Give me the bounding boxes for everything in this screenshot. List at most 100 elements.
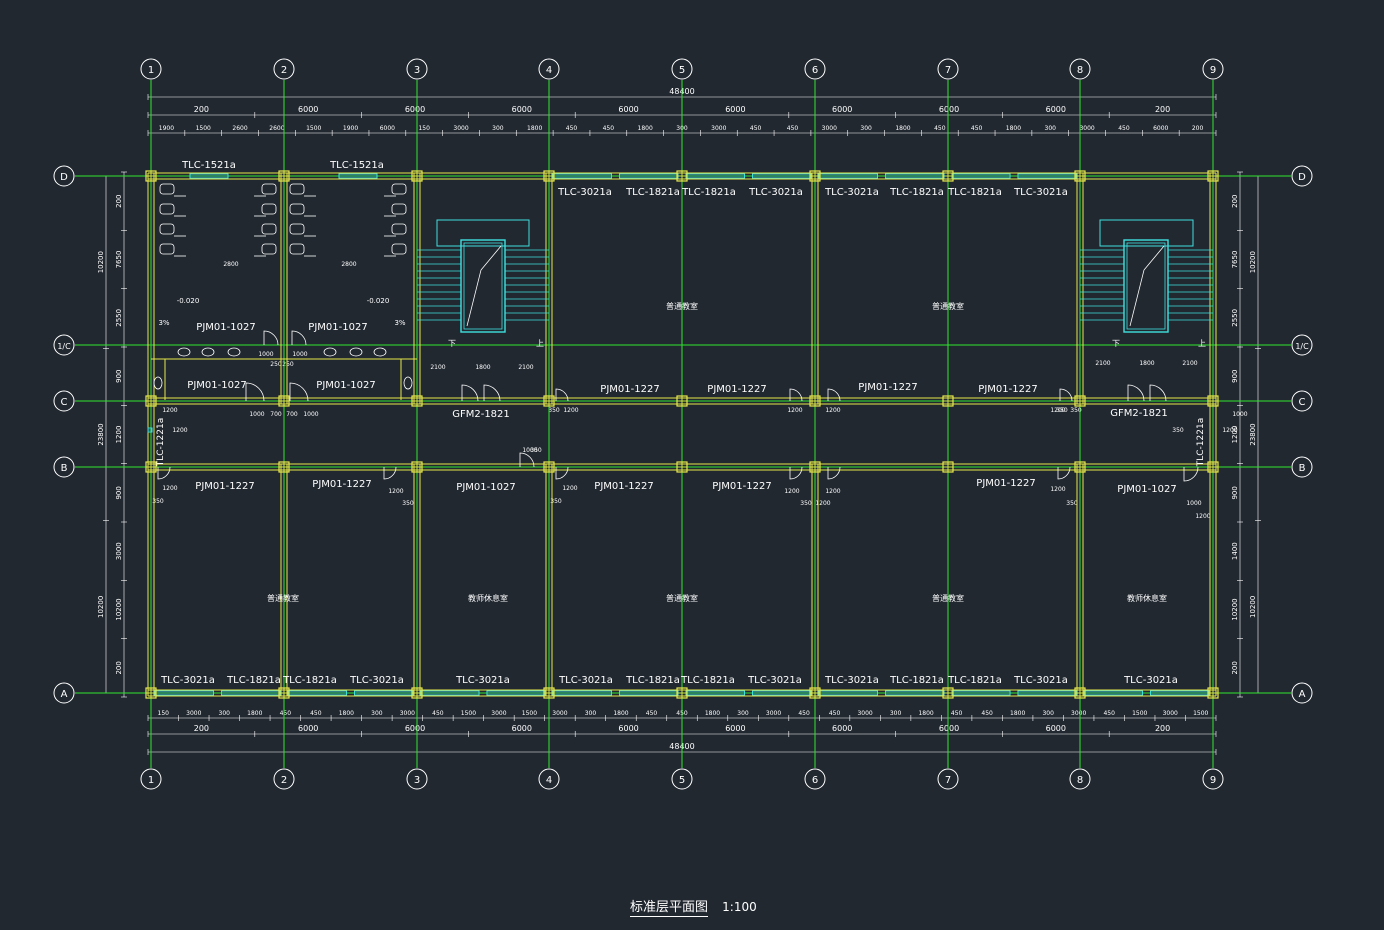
dim-bottom-row1-label: 6000 <box>618 724 638 733</box>
dim-left-inner-label: 900 <box>115 369 123 382</box>
room-label: 普通教室 <box>267 593 299 603</box>
dim-top-row2-label: 1500 <box>306 125 321 132</box>
door-swing <box>1059 388 1073 402</box>
dim-bottom-row2-label: 1500 <box>1193 710 1208 717</box>
drawing-scale: 1:100 <box>722 900 757 914</box>
dim-top-row1-label: 6000 <box>1046 105 1066 114</box>
window-label: TLC-1821a <box>889 187 944 198</box>
dim-bottom-row2-label: 450 <box>798 710 810 717</box>
dim-misc-label: 1000 <box>303 411 318 418</box>
dim-misc-label: 2100 <box>518 364 533 371</box>
dim-bottom-row1-label: 6000 <box>725 724 745 733</box>
axis-bubble-label-6: 6 <box>812 775 818 786</box>
axis-bubble-label-D: D <box>1298 172 1306 183</box>
window-label: TLC-1821a <box>625 187 680 198</box>
room-label: 普通教室 <box>932 301 964 311</box>
door-label: PJM01-1227 <box>707 384 766 395</box>
axis-bubble-label-9: 9 <box>1210 775 1216 786</box>
door-label: PJM01-1227 <box>712 481 771 492</box>
stair-arrow <box>466 269 482 327</box>
axis-bubble-label-4: 4 <box>546 775 552 786</box>
window-label: TLC-3021a <box>1013 187 1068 198</box>
dim-top-row2-label: 1900 <box>343 125 358 132</box>
dim-top-row1-label: 6000 <box>725 105 745 114</box>
axis-bubble-label-4: 4 <box>546 65 552 76</box>
dim-misc-label: 1200 <box>562 485 577 492</box>
door-label: PJM01-1227 <box>600 384 659 395</box>
axis-grid <box>75 80 1291 768</box>
dim-misc-label: 1800 <box>475 364 490 371</box>
toilet-icon <box>261 243 277 255</box>
dim-top-row2-label: 300 <box>492 125 504 132</box>
dim-right-inner-label: 900 <box>1231 369 1239 382</box>
dim-right-inner-label: 7650 <box>1231 251 1239 269</box>
dim-misc-label: 1200 <box>1222 427 1237 434</box>
dim-misc-label: 2800 <box>341 261 356 268</box>
door-swing <box>461 384 479 402</box>
dim-top-row1-label: 6000 <box>939 105 959 114</box>
dim-top-row2-label: 450 <box>566 125 578 132</box>
dim-left-inner-label: 900 <box>115 486 123 499</box>
dim-top-row2-label: 450 <box>603 125 615 132</box>
window-label: TLC-3021a <box>747 675 802 686</box>
axis-bubble-label-D: D <box>60 172 68 183</box>
dim-bottom-row1-label: 6000 <box>1046 724 1066 733</box>
dim-bottom-row2-label: 450 <box>829 710 841 717</box>
dim-bottom-row2-label: 450 <box>280 710 292 717</box>
axis-bubble-label-C: C <box>61 397 68 408</box>
dim-top-row1-label: 6000 <box>618 105 638 114</box>
door-label: PJM01-1227 <box>858 382 917 393</box>
door-swing <box>383 466 397 480</box>
dim-top-row1-label: 6000 <box>512 105 532 114</box>
toilet-icon <box>289 203 305 215</box>
door-label: PJM01-1227 <box>312 479 371 490</box>
dim-misc-label: 1000 <box>258 351 273 358</box>
dim-top-row2-label: 300 <box>1045 125 1057 132</box>
dim-misc-label: 350 <box>402 500 414 507</box>
dim-right-inner-label: 900 <box>1231 486 1239 499</box>
toilet-icon <box>289 183 305 195</box>
toilet-icon <box>391 223 407 235</box>
dim-misc-label: 350 <box>800 500 812 507</box>
axis-bubble-label-C: C <box>1299 397 1306 408</box>
dim-bottom-row1-label: 6000 <box>298 724 318 733</box>
dim-left-outer-label: 23800 <box>97 423 105 445</box>
door-swing <box>1057 466 1071 480</box>
level-label: 3% <box>394 319 405 327</box>
dim-misc-label: 1200 <box>1050 486 1065 493</box>
dim-misc-label: 700 <box>286 411 298 418</box>
dim-top-row2-label: 450 <box>750 125 762 132</box>
door-swing <box>1149 384 1167 402</box>
drawing-title: 标准层平面图 <box>630 900 709 917</box>
dim-top-row2-label: 1800 <box>638 125 653 132</box>
dim-misc-label: 1200 <box>162 485 177 492</box>
axis-bubble-label-8: 8 <box>1077 65 1083 76</box>
dim-misc-label: 1200 <box>825 407 840 414</box>
window-label: TLC-1821a <box>947 187 1002 198</box>
door-swing <box>555 388 569 402</box>
axis-bubble-label-1: 1 <box>148 775 154 786</box>
axis-bubble-label-7: 7 <box>945 65 951 76</box>
dim-misc-label: 1200 <box>388 488 403 495</box>
dim-bottom-row2-label: 1500 <box>461 710 476 717</box>
dim-misc-label: 1000 <box>1232 411 1247 418</box>
dim-misc-label: 700 <box>270 411 282 418</box>
dim-top-row2-label: 3000 <box>1079 125 1094 132</box>
room-label: 普通教室 <box>666 301 698 311</box>
axis-bubble-label-3: 3 <box>414 65 420 76</box>
dim-top-row2-label: 200 <box>1192 125 1204 132</box>
dim-top-row2-label: 1800 <box>1006 125 1021 132</box>
window-label: TLC-1821a <box>681 187 736 198</box>
dim-top-row2-label: 1500 <box>196 125 211 132</box>
window-label: TLC-1521a <box>329 160 384 171</box>
dim-top-row1-label: 200 <box>194 105 209 114</box>
dim-right-inner-label: 10200 <box>1231 598 1239 620</box>
door-label: PJM01-1027 <box>456 482 515 493</box>
dim-bottom-row2-label: 1500 <box>522 710 537 717</box>
dim-left-outer-label: 10200 <box>97 596 105 618</box>
axis-bubble-label-2: 2 <box>281 65 287 76</box>
room-label: 普通教室 <box>666 593 698 603</box>
door-label: PJM01-1227 <box>976 478 1035 489</box>
dim-misc-label: 1200 <box>787 407 802 414</box>
window-label: TLC-3021a <box>349 675 404 686</box>
